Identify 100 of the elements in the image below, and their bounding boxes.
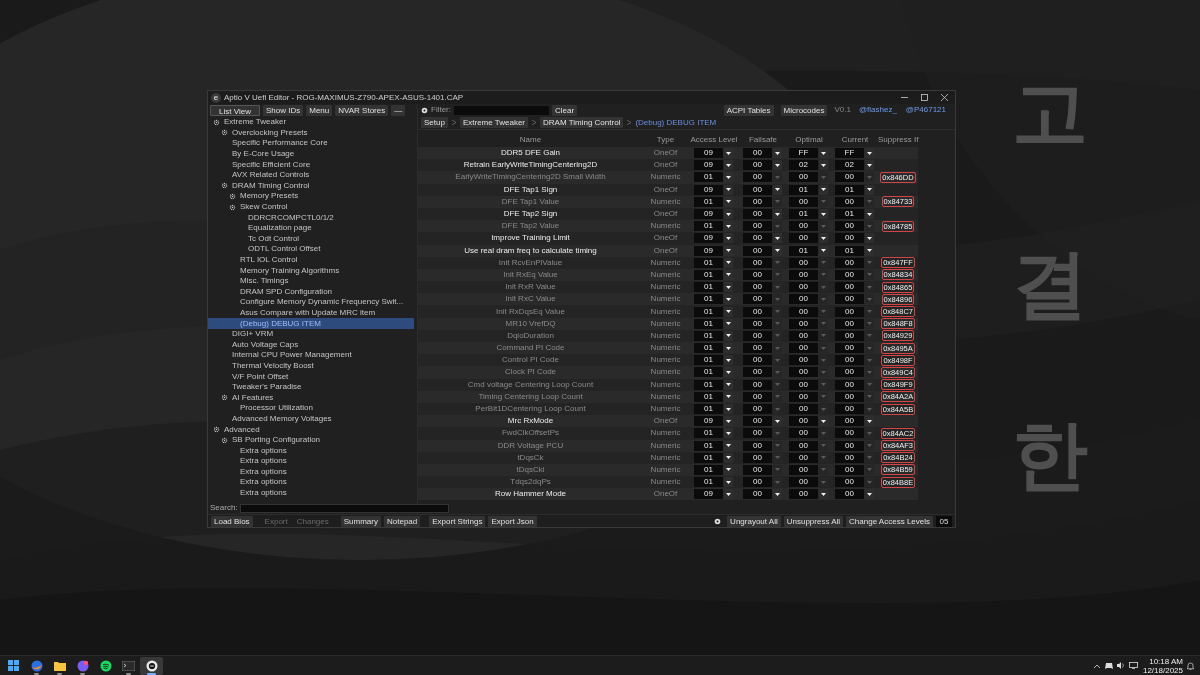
toolbar-button[interactable]: Change Access Levels [846, 515, 933, 527]
toolbar-button[interactable]: Menu [306, 105, 333, 116]
tree-item[interactable]: RTL IOL Control [208, 254, 414, 266]
value-dropdown[interactable]: 00 [743, 330, 772, 341]
value-dropdown[interactable]: 00 [789, 306, 818, 317]
maximize-icon[interactable] [921, 94, 928, 101]
tree-item[interactable]: Memory Training Algorithms [208, 265, 414, 276]
value-dropdown[interactable]: 00 [743, 257, 772, 268]
value-dropdown[interactable]: 01 [694, 330, 723, 341]
value-dropdown[interactable]: 09 [694, 245, 723, 256]
toolbar-button[interactable]: Show IDs [263, 105, 304, 116]
value-dropdown[interactable]: 00 [789, 391, 818, 402]
value-dropdown[interactable]: 00 [789, 294, 818, 305]
value-dropdown[interactable]: 00 [789, 440, 818, 451]
tree-item[interactable]: (Debug) DEBUG ITEM [208, 318, 414, 329]
value-dropdown[interactable]: 00 [835, 343, 864, 354]
value-dropdown[interactable]: 00 [789, 416, 818, 427]
value-dropdown[interactable]: 00 [835, 282, 864, 293]
value-dropdown[interactable]: 01 [694, 282, 723, 293]
value-dropdown[interactable]: 00 [743, 148, 772, 159]
value-dropdown[interactable]: 09 [694, 489, 723, 500]
value-dropdown[interactable]: 00 [835, 464, 864, 475]
tree-item[interactable]: Misc. Timings [208, 275, 414, 287]
value-dropdown[interactable]: 01 [694, 221, 723, 232]
value-dropdown[interactable]: 00 [789, 379, 818, 390]
toolbar-button[interactable]: Load Bios [211, 515, 253, 527]
value-dropdown[interactable]: 00 [835, 452, 864, 463]
value-dropdown[interactable]: 00 [835, 428, 864, 439]
value-dropdown[interactable]: 00 [835, 355, 864, 366]
value-dropdown[interactable]: 00 [743, 379, 772, 390]
toolbar-button[interactable]: Ungrayout All [727, 515, 781, 527]
tree-item[interactable]: V/F Point Offset [208, 371, 414, 382]
tree-item[interactable]: Extra options [208, 477, 414, 488]
value-dropdown[interactable]: 01 [694, 440, 723, 451]
value-dropdown[interactable]: 00 [835, 489, 864, 500]
value-dropdown[interactable]: 00 [789, 404, 818, 415]
tree-item[interactable]: Thermal Velocity Boost [208, 360, 414, 372]
tree-item[interactable]: DRAM SPD Configuration [208, 286, 414, 298]
tree-item[interactable]: Internal CPU Power Management [208, 350, 414, 361]
toolbar-button[interactable]: Clear [552, 104, 578, 116]
tree-item[interactable]: By E-Core Usage [208, 148, 414, 160]
tree-item[interactable]: Advanced [208, 424, 414, 435]
tree-item[interactable]: Advanced Memory Voltages [208, 413, 414, 425]
value-dropdown[interactable]: FF [835, 148, 864, 159]
value-dropdown[interactable]: 00 [789, 464, 818, 475]
tree-item[interactable]: AI Features [208, 392, 414, 404]
value-dropdown[interactable]: 01 [694, 404, 723, 415]
toolbar-button[interactable]: DRAM Timing Control [540, 117, 624, 128]
speaker-icon[interactable] [1116, 662, 1125, 669]
value-dropdown[interactable]: 02 [789, 160, 818, 171]
value-dropdown[interactable]: 00 [743, 196, 772, 207]
value-dropdown[interactable]: 00 [743, 391, 772, 402]
tree-item[interactable]: Skew Control [208, 201, 414, 213]
value-dropdown[interactable]: 00 [835, 440, 864, 451]
value-dropdown[interactable]: 01 [694, 428, 723, 439]
value-dropdown[interactable]: 01 [694, 306, 723, 317]
settings-icon[interactable] [714, 517, 722, 525]
value-dropdown[interactable]: 00 [835, 269, 864, 280]
value-dropdown[interactable]: 09 [694, 184, 723, 195]
value-dropdown[interactable]: 00 [789, 355, 818, 366]
value-dropdown[interactable]: 01 [694, 367, 723, 378]
value-dropdown[interactable]: 00 [789, 282, 818, 293]
value-dropdown[interactable]: 01 [789, 184, 818, 195]
tree-item[interactable]: Specific Performance Core [208, 138, 414, 149]
value-dropdown[interactable]: 00 [743, 367, 772, 378]
value-dropdown[interactable]: 00 [789, 343, 818, 354]
value-dropdown[interactable]: 01 [694, 172, 723, 183]
value-dropdown[interactable]: 00 [743, 209, 772, 220]
value-dropdown[interactable]: 00 [743, 160, 772, 171]
access-level-field[interactable]: 05 [936, 515, 952, 527]
value-dropdown[interactable]: 00 [743, 416, 772, 427]
toolbar-button[interactable]: Microcodes [780, 104, 828, 116]
value-dropdown[interactable]: 00 [835, 196, 864, 207]
value-dropdown[interactable]: 00 [743, 306, 772, 317]
value-dropdown[interactable]: 00 [789, 489, 818, 500]
value-dropdown[interactable]: 00 [835, 416, 864, 427]
toolbar-button[interactable]: Notepad [384, 515, 421, 527]
value-dropdown[interactable]: 00 [835, 257, 864, 268]
tree-item[interactable]: Specific Efficient Core [208, 159, 414, 170]
value-dropdown[interactable]: 00 [743, 184, 772, 195]
value-dropdown[interactable]: 00 [743, 294, 772, 305]
value-dropdown[interactable]: 01 [694, 318, 723, 329]
tree-item[interactable]: AVX Related Controls [208, 169, 414, 181]
value-dropdown[interactable]: 00 [789, 172, 818, 183]
value-dropdown[interactable]: 01 [694, 391, 723, 402]
tree-item[interactable]: Extra options [208, 456, 414, 467]
value-dropdown[interactable]: 01 [789, 209, 818, 220]
value-dropdown[interactable]: 00 [743, 404, 772, 415]
value-dropdown[interactable]: 00 [743, 245, 772, 256]
value-dropdown[interactable]: 01 [694, 452, 723, 463]
tree-item[interactable]: Overclocking Presets [208, 127, 414, 139]
tree-item[interactable]: Auto Voltage Caps [208, 339, 414, 351]
tree-item[interactable]: Equalization page [208, 222, 414, 234]
value-dropdown[interactable]: FF [789, 148, 818, 159]
value-dropdown[interactable]: 00 [743, 221, 772, 232]
value-dropdown[interactable]: 00 [743, 428, 772, 439]
value-dropdown[interactable]: 00 [743, 172, 772, 183]
value-dropdown[interactable]: 00 [789, 196, 818, 207]
toolbar-button[interactable]: Setup [421, 117, 448, 128]
value-dropdown[interactable]: 00 [835, 172, 864, 183]
